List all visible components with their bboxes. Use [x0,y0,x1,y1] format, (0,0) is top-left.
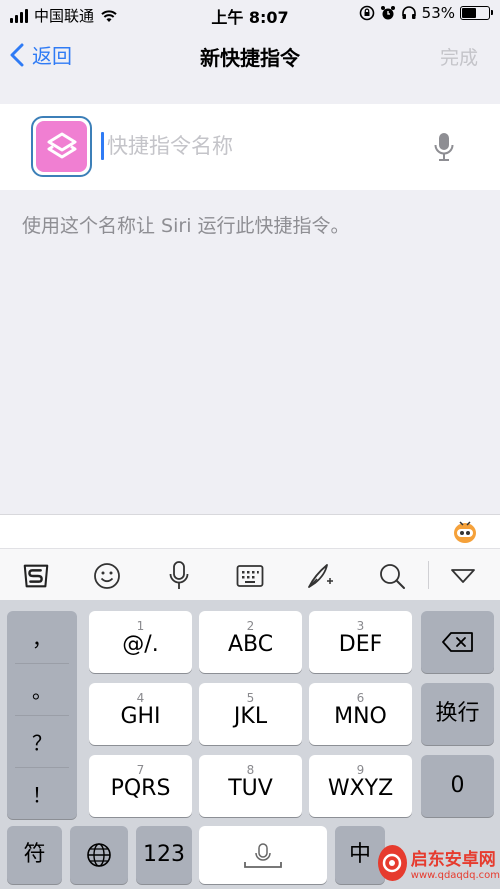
globe-key[interactable] [70,826,128,884]
dictation-mic-icon[interactable] [433,132,455,162]
key-number: 3 [356,619,365,633]
key-number: 8 [246,763,255,777]
key-number: 4 [136,691,145,705]
alarm-icon [380,6,395,20]
watermark-url: www.qdaqdq.com [410,869,500,881]
key-label: TUV [228,776,273,801]
newline-key[interactable]: 换行 [421,683,494,745]
watermark-name: 启东安卓网 [410,849,496,870]
handwriting-icon[interactable] [305,561,335,591]
keyboard-toolbar [0,548,500,600]
headphones-icon [401,6,416,19]
space-key[interactable] [199,826,327,884]
key-label: 123 [143,842,185,867]
key-label: @/. [122,632,159,657]
search-icon[interactable] [377,561,407,591]
key-number: 5 [246,691,255,705]
key-5[interactable]: 5 JKL [199,683,302,745]
key-number: 1 [136,619,145,633]
key-label: GHI [120,704,161,729]
shortcut-icon-button[interactable] [31,116,92,177]
symbol-key[interactable]: 符 [7,826,62,884]
done-button[interactable]: 完成 [440,43,478,70]
key-label: MNO [334,704,387,729]
key-1[interactable]: 1 @/. [89,611,192,673]
key-7[interactable]: 7 PQRS [89,755,192,817]
emoji-icon[interactable] [92,561,122,591]
key-4[interactable]: 4 GHI [89,683,192,745]
key-6[interactable]: 6 MNO [309,683,412,745]
key-label: DEF [338,632,383,657]
key-label: PQRS [110,776,171,801]
key-9[interactable]: 9 WXYZ [309,755,412,817]
battery-percent: 53% [421,4,455,22]
key-number: 6 [356,691,365,705]
number-mode-key[interactable]: 123 [136,826,192,884]
key-number: 2 [246,619,255,633]
key-label: JKL [233,704,268,729]
key-label: WXYZ [327,776,394,801]
siri-hint-text: 使用这个名称让 Siri 运行此快捷指令。 [22,215,350,237]
key-label: 符 [23,842,46,867]
nav-bar: 返回 新快捷指令 完成 [0,28,500,84]
watermark-logo-icon [378,844,407,881]
key-label: 0 [450,773,465,798]
delete-key[interactable] [421,611,494,673]
key-comma[interactable]: ， [7,611,77,663]
key-number: 7 [136,763,145,777]
shortcuts-app-icon [36,121,87,172]
key-2[interactable]: 2 ABC [199,611,302,673]
key-label: 中 [348,842,371,867]
mascot-icon[interactable] [452,520,478,544]
keyboard-layout-icon[interactable] [235,561,265,591]
key-label: 换行 [435,701,480,726]
page-title: 新快捷指令 [200,46,300,70]
punctuation-column: ， 。 ？ ！ [7,611,77,819]
shortcut-name-input[interactable] [102,130,402,162]
globe-icon [87,843,111,867]
space-mic-icon [244,843,282,868]
site-watermark: 启东安卓网 www.qdaqdq.com [378,836,500,889]
backspace-icon [441,632,473,652]
key-0[interactable]: 0 [421,755,494,817]
battery-fill [462,8,476,18]
key-number: 9 [356,763,365,777]
key-exclamation[interactable]: ！ [7,767,77,819]
rotation-lock-icon [359,5,374,21]
battery-icon [460,6,493,20]
key-question[interactable]: ？ [7,715,77,767]
key-label: ABC [227,632,274,657]
status-right: 53% [359,4,493,22]
key-period[interactable]: 。 [7,663,77,715]
key-8[interactable]: 8 TUV [199,755,302,817]
watermark-text: 启东安卓网 www.qdaqdq.com [411,845,500,881]
key-3[interactable]: 3 DEF [309,611,412,673]
toolbar-divider [428,561,429,589]
sogou-logo-icon[interactable] [21,561,51,591]
keyboard-candidate-strip [0,514,500,548]
voice-input-icon[interactable] [164,561,194,591]
collapse-keyboard-icon[interactable] [448,561,478,591]
shortcuts-glyph-icon [47,132,76,158]
status-bar: 中国联通 上午 8:07 53% [0,0,500,28]
